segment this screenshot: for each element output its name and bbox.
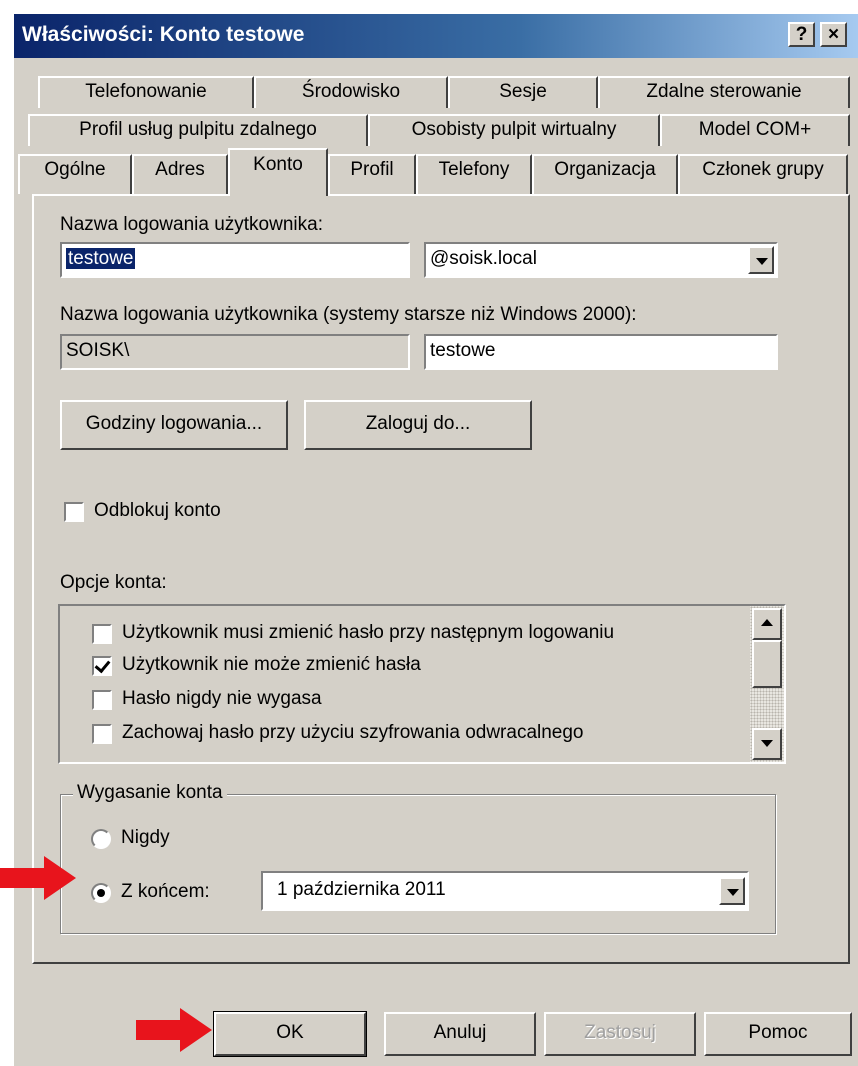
- end-of-label: Z końcem:: [121, 881, 210, 902]
- tab-model-com[interactable]: Model COM+: [660, 114, 850, 146]
- scroll-up-icon[interactable]: [752, 608, 782, 640]
- scroll-down-icon[interactable]: [752, 728, 782, 760]
- title-bar[interactable]: Właściwości: Konto testowe ? ×: [14, 14, 858, 58]
- account-expiration-group: Wygasanie konta Nigdy Z końcem: 1 paździ…: [60, 782, 776, 934]
- tab-zdalne-sterowanie[interactable]: Zdalne sterowanie: [598, 76, 850, 108]
- apply-button[interactable]: Zastosuj: [544, 1012, 696, 1056]
- tab-ogolne[interactable]: Ogólne: [18, 154, 132, 194]
- tab-adres[interactable]: Adres: [132, 154, 228, 194]
- account-options-label: Opcje konta:: [60, 572, 167, 593]
- unlock-account-checkbox[interactable]: [64, 502, 84, 522]
- annotation-arrow-icon: [0, 856, 76, 900]
- logon-to-button[interactable]: Zaloguj do...: [304, 400, 532, 450]
- option-label: Użytkownik nie może zmienić hasła: [122, 654, 421, 675]
- cancel-button[interactable]: Anuluj: [384, 1012, 536, 1056]
- scroll-thumb[interactable]: [752, 640, 782, 688]
- help-button[interactable]: Pomoc: [704, 1012, 852, 1056]
- domain-suffix-select[interactable]: @soisk.local: [424, 242, 778, 278]
- domain-suffix-value: @soisk.local: [430, 248, 537, 269]
- legacy-name-value: testowe: [430, 340, 496, 361]
- tab-telefonowanie[interactable]: Telefonowanie: [38, 76, 254, 108]
- legacy-domain-field: SOISK\: [60, 334, 410, 370]
- option-label: Hasło nigdy nie wygasa: [122, 688, 322, 709]
- help-title-button[interactable]: ?: [788, 22, 815, 47]
- option-checkbox[interactable]: [92, 656, 112, 676]
- account-options-list[interactable]: Użytkownik musi zmienić hasło przy nastę…: [58, 604, 786, 764]
- logon-hours-button[interactable]: Godziny logowania...: [60, 400, 288, 450]
- option-label: Użytkownik musi zmienić hasło przy nastę…: [122, 622, 615, 643]
- close-title-button[interactable]: ×: [820, 22, 847, 47]
- properties-dialog: Właściwości: Konto testowe ? × Telefonow…: [14, 14, 858, 1066]
- never-label: Nigdy: [121, 827, 170, 848]
- expiration-date-picker[interactable]: 1 października 2011: [261, 871, 749, 911]
- options-scrollbar[interactable]: [750, 606, 784, 762]
- window-title: Właściwości: Konto testowe: [22, 23, 305, 46]
- tab-profil[interactable]: Profil: [328, 154, 416, 194]
- unlock-account-label: Odblokuj konto: [94, 500, 221, 521]
- tab-osobisty-pulpit-wirtualny[interactable]: Osobisty pulpit wirtualny: [368, 114, 660, 146]
- tab-czlonek-grupy[interactable]: Członek grupy: [678, 154, 848, 194]
- legacy-domain-value: SOISK\: [66, 340, 130, 361]
- chevron-down-icon[interactable]: [748, 246, 774, 274]
- tab-profil-uslug-pulpitu-zdalnego[interactable]: Profil usług pulpitu zdalnego: [28, 114, 368, 146]
- tab-organizacja[interactable]: Organizacja: [532, 154, 678, 194]
- tab-sesje[interactable]: Sesje: [448, 76, 598, 108]
- logon-name-input[interactable]: testowe: [60, 242, 410, 278]
- legacy-name-input[interactable]: testowe: [424, 334, 778, 370]
- annotation-arrow-icon: [136, 1008, 212, 1052]
- logon-name-value: testowe: [66, 248, 136, 269]
- tab-konto[interactable]: Konto: [228, 148, 328, 196]
- tab-telefony[interactable]: Telefony: [416, 154, 532, 194]
- logon-name-label: Nazwa logowania użytkownika:: [60, 214, 323, 235]
- chevron-down-icon[interactable]: [719, 877, 745, 905]
- option-checkbox[interactable]: [92, 690, 112, 710]
- expiration-date-value: 1 października 2011: [277, 879, 446, 900]
- end-of-radio[interactable]: [91, 883, 111, 903]
- option-label: Zachowaj hasło przy użyciu szyfrowania o…: [122, 722, 584, 743]
- tab-srodowisko[interactable]: Środowisko: [254, 76, 448, 108]
- option-checkbox[interactable]: [92, 724, 112, 744]
- ok-button[interactable]: OK: [213, 1011, 367, 1057]
- never-radio[interactable]: [91, 829, 111, 849]
- option-checkbox[interactable]: [92, 624, 112, 644]
- legacy-logon-label: Nazwa logowania użytkownika (systemy sta…: [60, 304, 637, 325]
- account-expiration-label: Wygasanie konta: [73, 782, 227, 804]
